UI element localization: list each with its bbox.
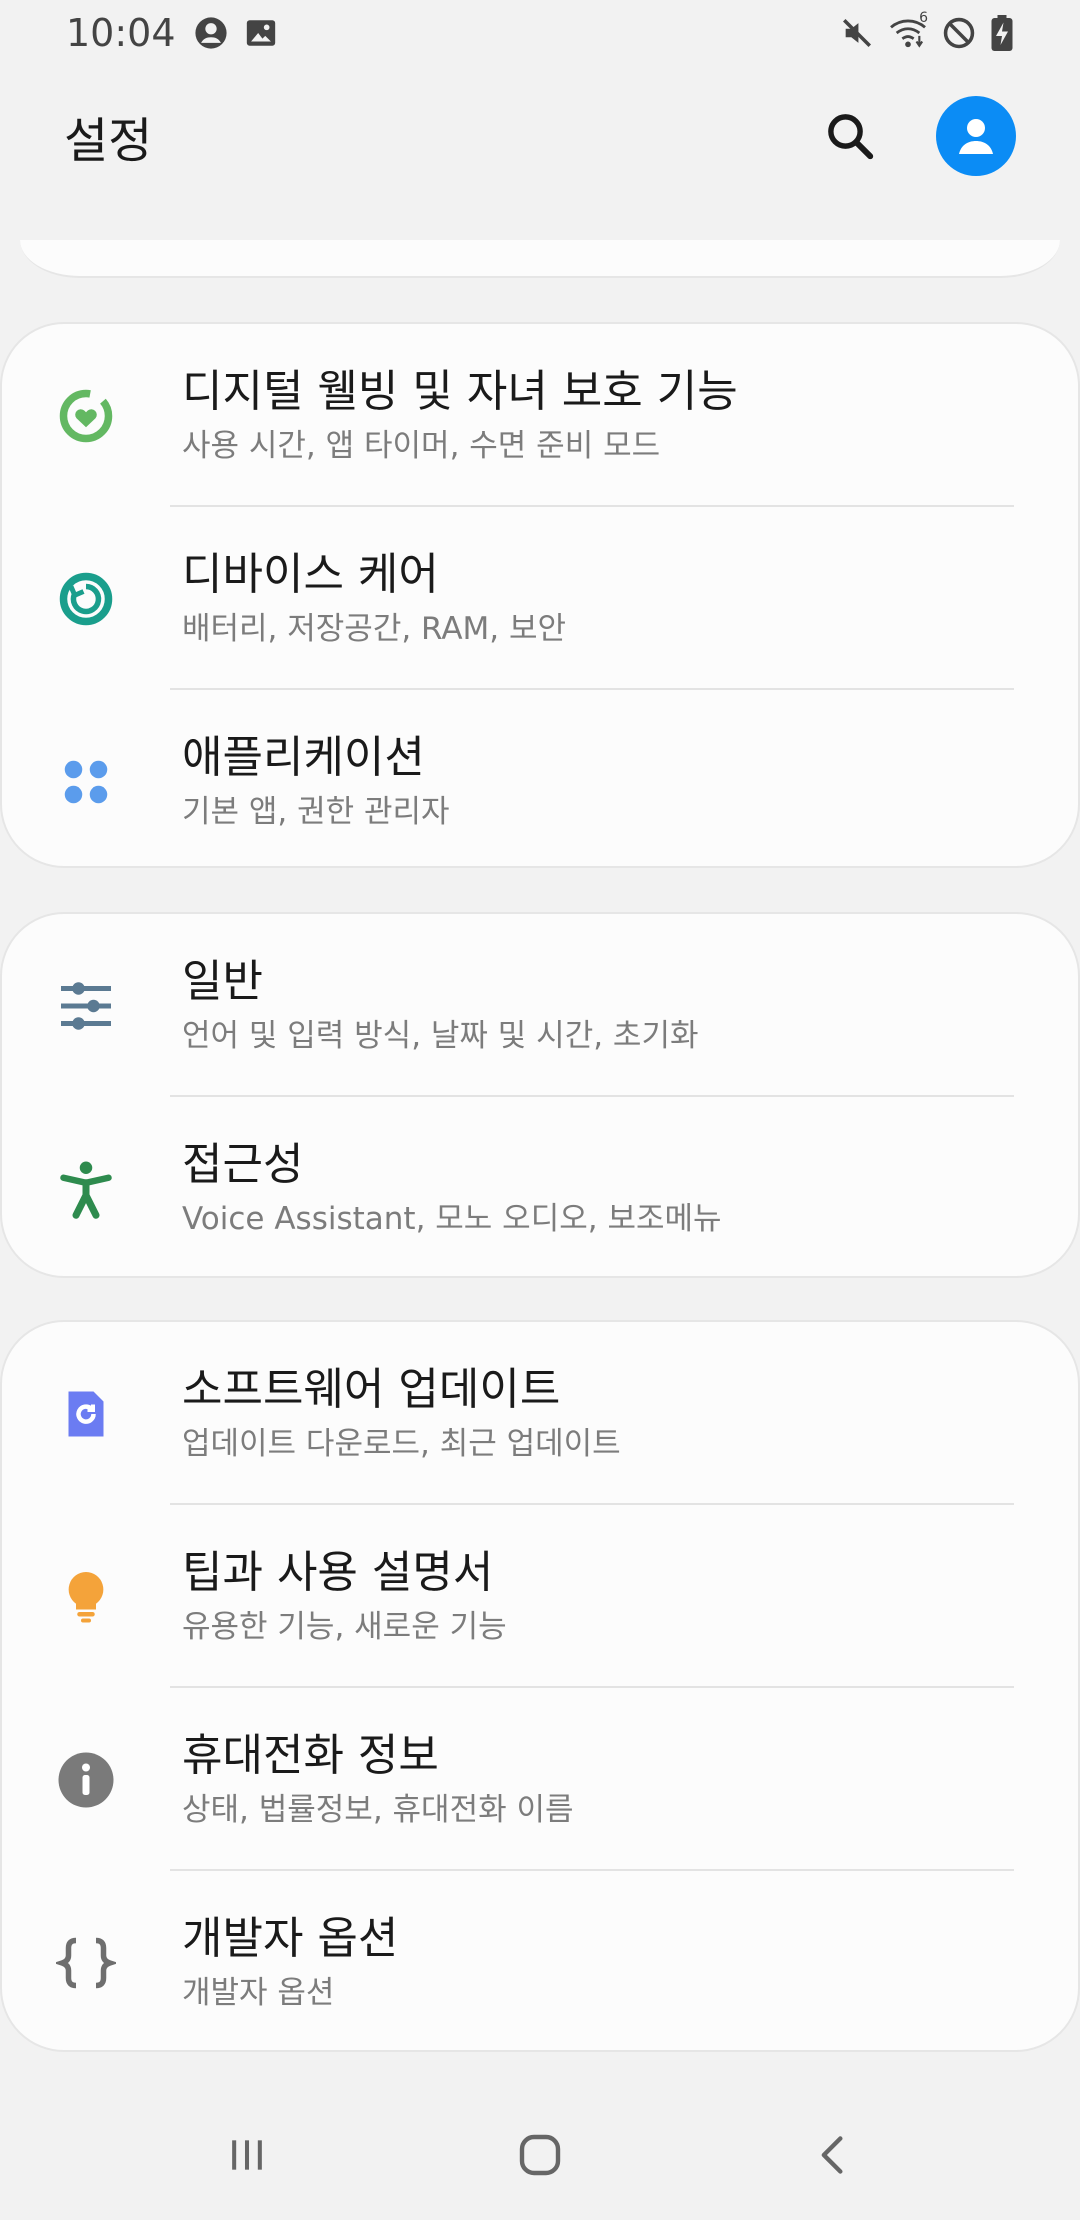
item-subtitle: 배터리, 저장공간, RAM, 보안 [182, 610, 567, 647]
previous-card-peek [20, 240, 1060, 278]
status-bar: 10:04 6 [0, 0, 1080, 66]
back-icon [821, 2136, 843, 2174]
item-title: 디바이스 케어 [182, 548, 439, 600]
search-button[interactable] [820, 106, 880, 166]
item-title: 접근성 [182, 1138, 304, 1190]
back-button[interactable] [793, 2115, 873, 2195]
status-time: 10:04 [66, 11, 176, 55]
item-subtitle: 상태, 법률정보, 휴대전화 이름 [182, 1791, 574, 1828]
accessibility-icon [56, 1159, 116, 1219]
settings-item-phone-info[interactable]: 휴대전화 정보 상태, 법률정보, 휴대전화 이름 [2, 1688, 1078, 1871]
settings-item-digital-wellbeing[interactable]: 디지털 웰빙 및 자녀 보호 기능 사용 시간, 앱 타이머, 수면 준비 모드 [2, 324, 1078, 507]
general-sliders-icon [56, 976, 116, 1036]
item-title: 디지털 웰빙 및 자녀 보호 기능 [182, 365, 738, 417]
item-title: 팁과 사용 설명서 [182, 1546, 494, 1598]
settings-item-developer-options[interactable]: 개발자 옵션 개발자 옵션 [2, 1871, 1078, 2054]
wifi-badge: 6 [919, 10, 928, 26]
home-icon [519, 2134, 561, 2176]
item-subtitle: 사용 시간, 앱 타이머, 수면 준비 모드 [182, 427, 661, 464]
settings-item-tips[interactable]: 팁과 사용 설명서 유용한 기능, 새로운 기능 [2, 1505, 1078, 1688]
recents-icon [231, 2140, 262, 2170]
settings-item-accessibility[interactable]: 접근성 Voice Assistant, 모노 오디오, 보조메뉴 [2, 1097, 1078, 1280]
recents-button[interactable] [207, 2115, 287, 2195]
developer-braces-icon [56, 1933, 116, 1993]
item-subtitle: 언어 및 입력 방식, 날짜 및 시간, 초기화 [182, 1017, 699, 1054]
info-icon [56, 1750, 116, 1810]
profile-button[interactable] [936, 96, 1016, 176]
settings-group-3: 소프트웨어 업데이트 업데이트 다운로드, 최근 업데이트 팁과 사용 설명서 … [0, 1320, 1080, 2052]
settings-group-1: 디지털 웰빙 및 자녀 보호 기능 사용 시간, 앱 타이머, 수면 준비 모드… [0, 322, 1080, 868]
item-title: 휴대전화 정보 [182, 1729, 439, 1781]
apps-icon [56, 752, 116, 812]
item-title: 일반 [182, 955, 263, 1007]
settings-item-software-update[interactable]: 소프트웨어 업데이트 업데이트 다운로드, 최근 업데이트 [2, 1322, 1078, 1505]
item-subtitle: 유용한 기능, 새로운 기능 [182, 1608, 507, 1645]
home-button[interactable] [500, 2115, 580, 2195]
battery-charging-icon [990, 15, 1014, 51]
device-care-icon [56, 569, 116, 629]
item-title: 개발자 옵션 [182, 1912, 399, 1964]
account-circle-icon [194, 16, 228, 50]
search-icon [828, 114, 874, 160]
profile-icon [959, 119, 993, 154]
software-update-icon [56, 1384, 116, 1444]
settings-item-device-care[interactable]: 디바이스 케어 배터리, 저장공간, RAM, 보안 [2, 507, 1078, 690]
app-bar: 설정 [0, 86, 1080, 186]
digital-wellbeing-icon [56, 386, 116, 446]
item-title: 소프트웨어 업데이트 [182, 1363, 561, 1415]
page-title: 설정 [64, 113, 153, 169]
item-title: 애플리케이션 [182, 731, 425, 783]
item-subtitle: Voice Assistant, 모노 오디오, 보조메뉴 [182, 1200, 722, 1237]
tips-bulb-icon [56, 1567, 116, 1627]
settings-group-2: 일반 언어 및 입력 방식, 날짜 및 시간, 초기화 접근성 Voice As… [0, 912, 1080, 1278]
settings-item-general[interactable]: 일반 언어 및 입력 방식, 날짜 및 시간, 초기화 [2, 914, 1078, 1097]
item-subtitle: 개발자 옵션 [182, 1974, 335, 2011]
do-not-disturb-icon [942, 16, 976, 50]
item-subtitle: 업데이트 다운로드, 최근 업데이트 [182, 1425, 621, 1462]
wifi-6-icon: 6 [888, 10, 928, 50]
settings-item-applications[interactable]: 애플리케이션 기본 앱, 권한 관리자 [2, 690, 1078, 873]
mute-icon [840, 16, 874, 50]
item-subtitle: 기본 앱, 권한 관리자 [182, 793, 450, 830]
navigation-bar [0, 2090, 1080, 2220]
image-icon [244, 16, 278, 50]
